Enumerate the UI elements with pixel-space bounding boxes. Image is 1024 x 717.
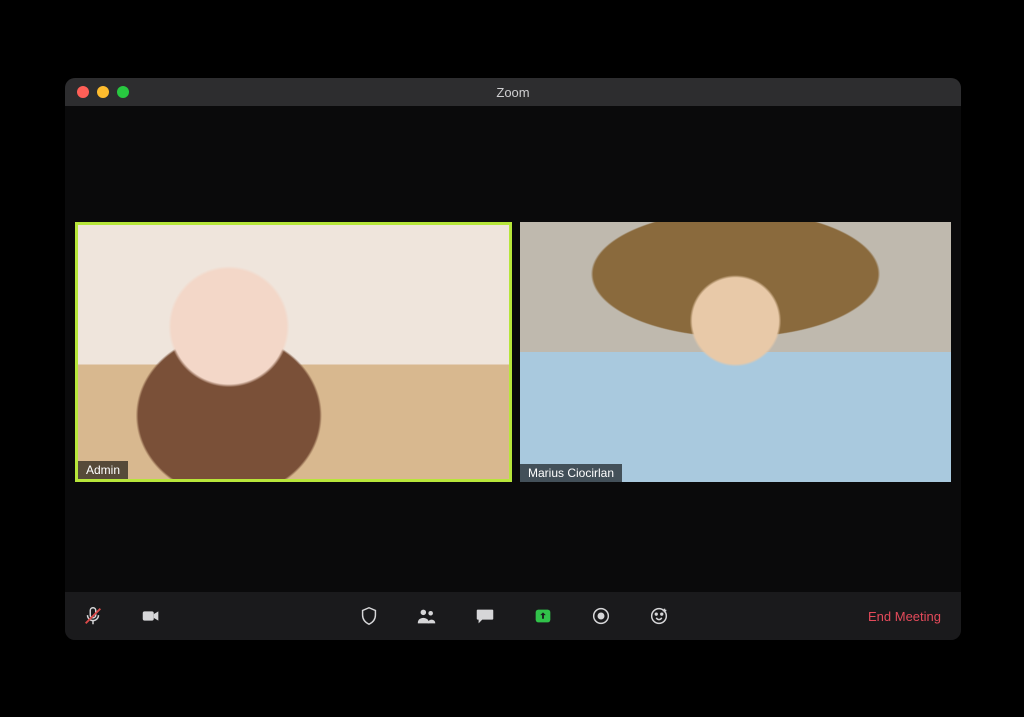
window-controls (65, 86, 129, 98)
minimize-window-button[interactable] (97, 86, 109, 98)
share-screen-icon (532, 605, 554, 627)
shield-icon (358, 605, 380, 627)
share-screen-button[interactable] (529, 602, 557, 630)
reactions-icon (648, 605, 670, 627)
reactions-button[interactable] (645, 602, 673, 630)
chat-icon (474, 605, 496, 627)
mute-button[interactable] (79, 602, 107, 630)
titlebar: Zoom (65, 78, 961, 106)
participant-video (78, 225, 509, 479)
participant-video (520, 222, 951, 482)
participant-name-label: Marius Ciocirlan (520, 464, 622, 482)
participants-button[interactable] (413, 602, 441, 630)
chat-button[interactable] (471, 602, 499, 630)
app-window: Zoom Admin Marius Ciocirlan (65, 78, 961, 640)
security-button[interactable] (355, 602, 383, 630)
participant-tile[interactable]: Marius Ciocirlan (520, 222, 951, 482)
video-button[interactable] (137, 602, 165, 630)
window-title: Zoom (65, 85, 961, 100)
record-icon (590, 605, 612, 627)
close-window-button[interactable] (77, 86, 89, 98)
fullscreen-window-button[interactable] (117, 86, 129, 98)
meeting-toolbar: End Meeting (65, 592, 961, 640)
end-meeting-button[interactable]: End Meeting (862, 605, 947, 628)
record-button[interactable] (587, 602, 615, 630)
microphone-muted-icon (82, 605, 104, 627)
participants-icon (416, 605, 438, 627)
participant-name-label: Admin (78, 461, 128, 479)
participant-tile[interactable]: Admin (75, 222, 512, 482)
meeting-area: Admin Marius Ciocirlan (65, 106, 961, 592)
video-icon (140, 605, 162, 627)
toolbar-center (355, 602, 673, 630)
video-gallery: Admin Marius Ciocirlan (75, 222, 951, 482)
